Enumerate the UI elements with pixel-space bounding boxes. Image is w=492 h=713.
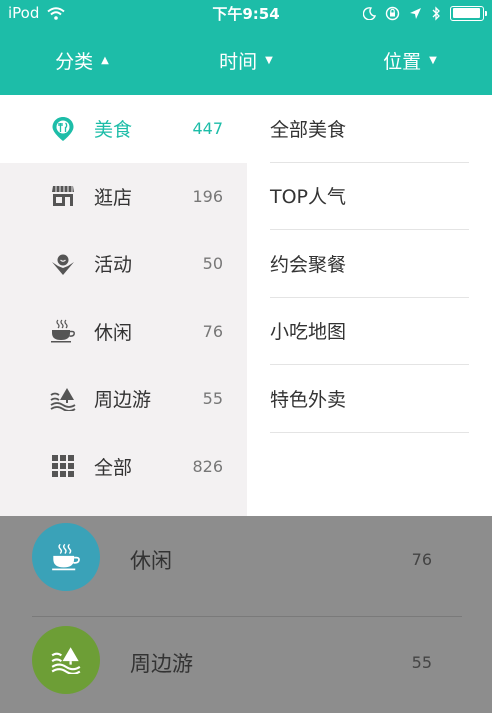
coffee-cup-icon: [50, 318, 76, 344]
list-item: 周边游 55: [0, 626, 492, 713]
subcategory-item[interactable]: TOP人气: [270, 163, 469, 230]
category-item-food[interactable]: 美食 447: [0, 95, 247, 163]
tab-category-label: 分类: [55, 51, 94, 73]
dim-overlay[interactable]: 休闲 76 周边游 55: [0, 516, 492, 713]
tab-time-label: 时间: [219, 51, 258, 73]
category-label: 全部: [94, 456, 133, 479]
category-label: 周边游: [94, 389, 152, 412]
location-arrow-icon: [410, 7, 421, 19]
category-count: 50: [202, 254, 223, 274]
list-item-count: 55: [411, 653, 432, 672]
coffee-cup-icon: [32, 523, 100, 591]
subcategory-item[interactable]: 小吃地图: [270, 298, 469, 365]
moon-icon: [363, 6, 376, 20]
shop-icon: [50, 183, 76, 209]
battery-level: [452, 8, 481, 18]
status-bar: iPod 下午9:54: [0, 0, 492, 26]
list-item-count: 76: [411, 550, 432, 569]
category-item-shopping[interactable]: 逛店 196: [0, 163, 247, 231]
list-item-label: 周边游: [130, 652, 193, 676]
category-count: 76: [202, 321, 223, 341]
food-pin-icon: [50, 116, 76, 142]
category-count: 447: [192, 119, 223, 139]
landscape-icon: [50, 386, 76, 412]
category-label: 逛店: [94, 186, 133, 209]
tab-time[interactable]: 时间 ▼: [164, 26, 328, 95]
tab-location-label: 位置: [383, 51, 422, 73]
category-label: 美食: [94, 119, 133, 142]
category-list: 美食 447 逛店 196 活动 50 休闲 76 周边游 55 全部 826: [0, 95, 247, 516]
status-time: 下午9:54: [212, 4, 280, 23]
wifi-icon: [47, 6, 66, 20]
activity-icon: [50, 251, 76, 277]
list-item: 休闲 76: [0, 523, 492, 622]
category-count: 826: [192, 456, 223, 476]
category-item-leisure[interactable]: 休闲 76: [0, 298, 247, 366]
category-item-all[interactable]: 全部 826: [0, 433, 247, 501]
list-item-label: 休闲: [130, 549, 172, 573]
tab-location[interactable]: 位置 ▼: [328, 26, 492, 95]
battery-icon: [450, 5, 487, 21]
subcategory-item[interactable]: 约会聚餐: [270, 230, 469, 298]
subcategory-item[interactable]: 特色外卖: [270, 365, 469, 433]
divider: [32, 616, 462, 617]
carrier-label: iPod: [8, 4, 40, 22]
caret-down-icon: ▼: [429, 55, 437, 66]
category-label: 活动: [94, 254, 133, 277]
grid-icon: [50, 453, 76, 479]
rotation-lock-icon: [385, 6, 400, 20]
landscape-icon: [32, 626, 100, 694]
caret-down-icon: ▼: [265, 55, 273, 66]
filter-tab-bar: 分类 ▲ 时间 ▼ 位置 ▼: [0, 26, 492, 95]
subcategory-list: 全部美食 TOP人气 约会聚餐 小吃地图 特色外卖: [247, 95, 492, 516]
bluetooth-icon: [432, 5, 440, 21]
category-item-nearby-trip[interactable]: 周边游 55: [0, 365, 247, 433]
caret-up-icon: ▲: [101, 55, 109, 66]
category-label: 休闲: [94, 321, 133, 344]
category-item-activity[interactable]: 活动 50: [0, 230, 247, 298]
tab-category[interactable]: 分类 ▲: [0, 26, 164, 95]
subcategory-item[interactable]: 全部美食: [270, 95, 469, 163]
category-count: 196: [192, 186, 223, 206]
category-count: 55: [202, 389, 223, 409]
